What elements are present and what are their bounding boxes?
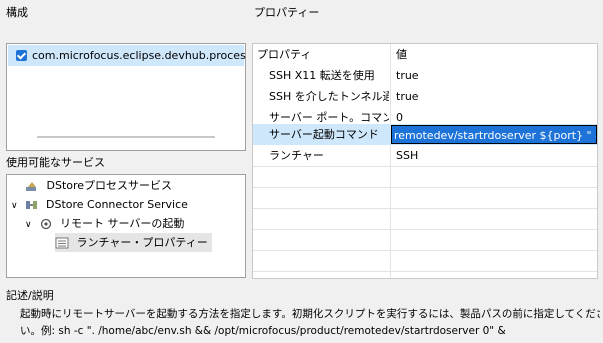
table-row[interactable]: SSH を介したトンネル通信 true — [253, 86, 597, 107]
config-list[interactable]: com.microfocus.eclipse.devhub.proces — [6, 43, 246, 151]
table-row[interactable]: SSH X11 転送を使用 true — [253, 65, 597, 86]
properties-icon — [55, 237, 69, 249]
table-header: プロパティ 値 — [253, 44, 597, 65]
services-tree[interactable]: DStoreプロセスサービス ∨ DStore Connector Servic… — [6, 174, 246, 278]
header-value: 値 — [396, 48, 407, 61]
remote-server-icon — [40, 218, 51, 230]
process-service-icon — [26, 182, 36, 191]
properties-table[interactable]: プロパティ 値 SSH X11 転送を使用 true SSH を介したトンネル通… — [252, 43, 598, 279]
config-list-item[interactable]: com.microfocus.eclipse.devhub.proces — [8, 45, 246, 66]
config-title: 構成 — [6, 6, 28, 19]
table-row[interactable]: ランチャー SSH — [253, 145, 597, 166]
description-title: 記述/説明 — [6, 289, 54, 302]
startup-command-input[interactable]: remotedev/startrdoserver ${port} " & — [391, 125, 597, 144]
tree-item-remote-server[interactable]: ∨ リモート サーバーの起動 — [25, 214, 184, 233]
properties-title: プロパティー — [254, 6, 320, 19]
tree-item-launcher-properties[interactable]: ランチャー・プロパティー — [55, 233, 212, 252]
connector-service-icon — [25, 201, 37, 209]
header-property: プロパティ — [257, 48, 312, 61]
services-title: 使用可能なサービス — [6, 156, 105, 169]
tree-item-connector-service[interactable]: ∨ DStore Connector Service — [11, 195, 188, 214]
config-item-label: com.microfocus.eclipse.devhub.proces — [32, 49, 246, 62]
checkbox-checked-icon[interactable] — [16, 50, 27, 61]
horizontal-scrollbar[interactable] — [37, 136, 215, 138]
description-text: 起動時にリモートサーバーを起動する方法を指定します。初期化スクリプトを実行するに… — [20, 308, 600, 337]
chevron-down-icon[interactable]: ∨ — [11, 197, 21, 216]
tree-item-process-service[interactable]: DStoreプロセスサービス — [25, 176, 172, 195]
table-row-selected[interactable]: サーバー起動コマンド remotedev/startrdoserver ${po… — [253, 124, 597, 145]
chevron-down-icon[interactable]: ∨ — [25, 216, 35, 235]
